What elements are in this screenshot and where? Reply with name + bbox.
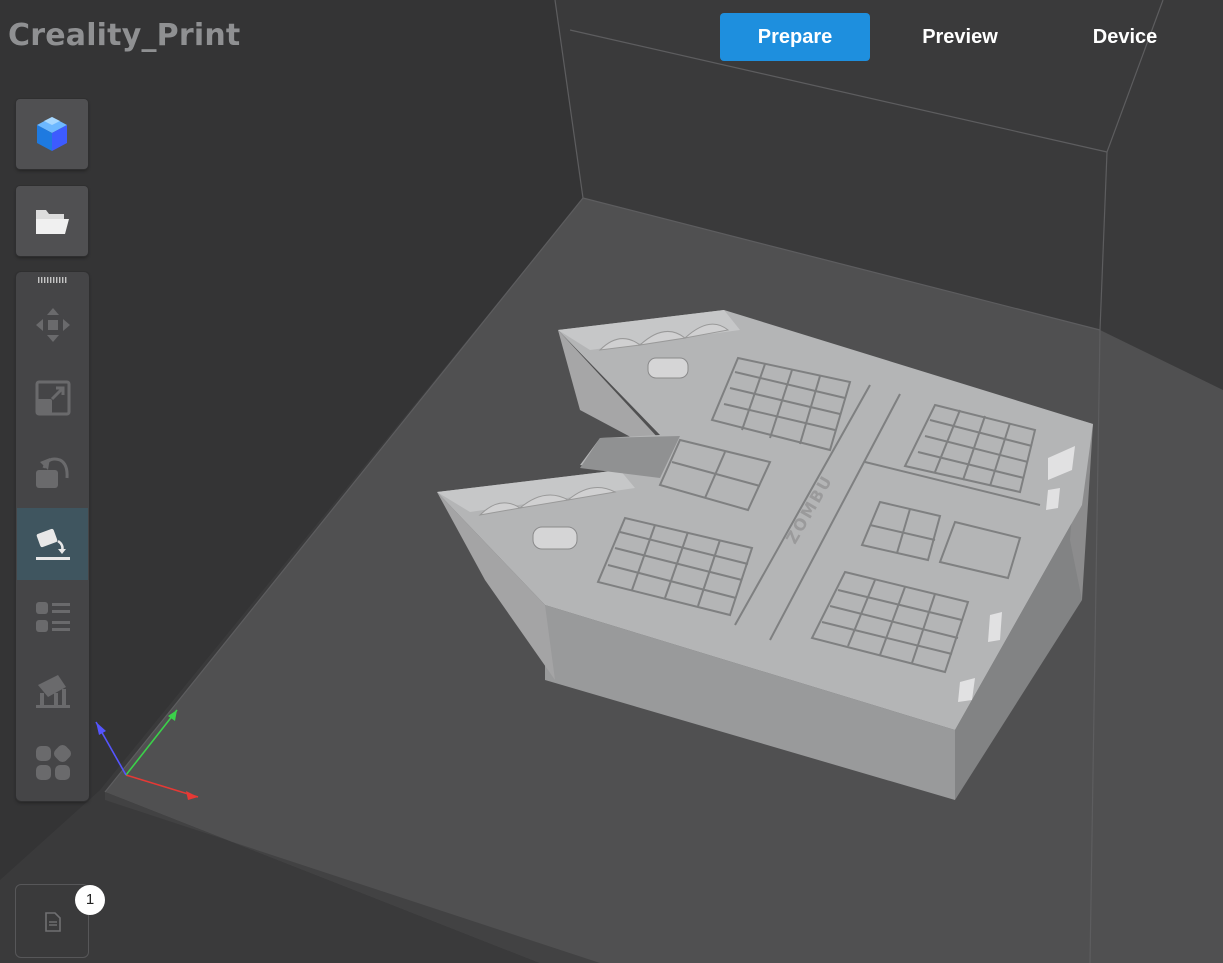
tool-strip: [16, 272, 89, 801]
gcode-count-badge: 1: [75, 885, 105, 915]
model-library-button[interactable]: [16, 99, 88, 169]
tool-move[interactable]: [17, 289, 88, 361]
tool-lay-on-face[interactable]: [17, 508, 88, 580]
arrange-icon: [36, 744, 72, 780]
tab-preview[interactable]: Preview: [885, 13, 1035, 61]
tool-scale[interactable]: [17, 362, 88, 434]
tool-object-list[interactable]: [17, 581, 88, 653]
open-file-button[interactable]: [16, 186, 88, 256]
drag-grip-icon[interactable]: [38, 277, 68, 283]
open-folder-icon: [36, 210, 69, 234]
tool-support[interactable]: [17, 654, 88, 726]
tool-arrange[interactable]: [17, 727, 88, 799]
lay-on-face-icon: [36, 528, 70, 560]
tab-prepare[interactable]: Prepare: [720, 13, 870, 61]
scale-icon: [35, 380, 71, 416]
move-icon: [36, 308, 70, 342]
3d-viewport[interactable]: ZOMBU: [0, 0, 1223, 963]
support-icon: [36, 675, 70, 708]
app-title: Creality_Print: [8, 18, 241, 53]
rotate-icon: [36, 457, 69, 488]
object-list-icon: [36, 602, 70, 632]
tab-device[interactable]: Device: [1050, 13, 1200, 61]
tool-rotate[interactable]: [17, 435, 88, 507]
document-icon: [45, 912, 61, 932]
model-library-icon: [37, 117, 67, 151]
